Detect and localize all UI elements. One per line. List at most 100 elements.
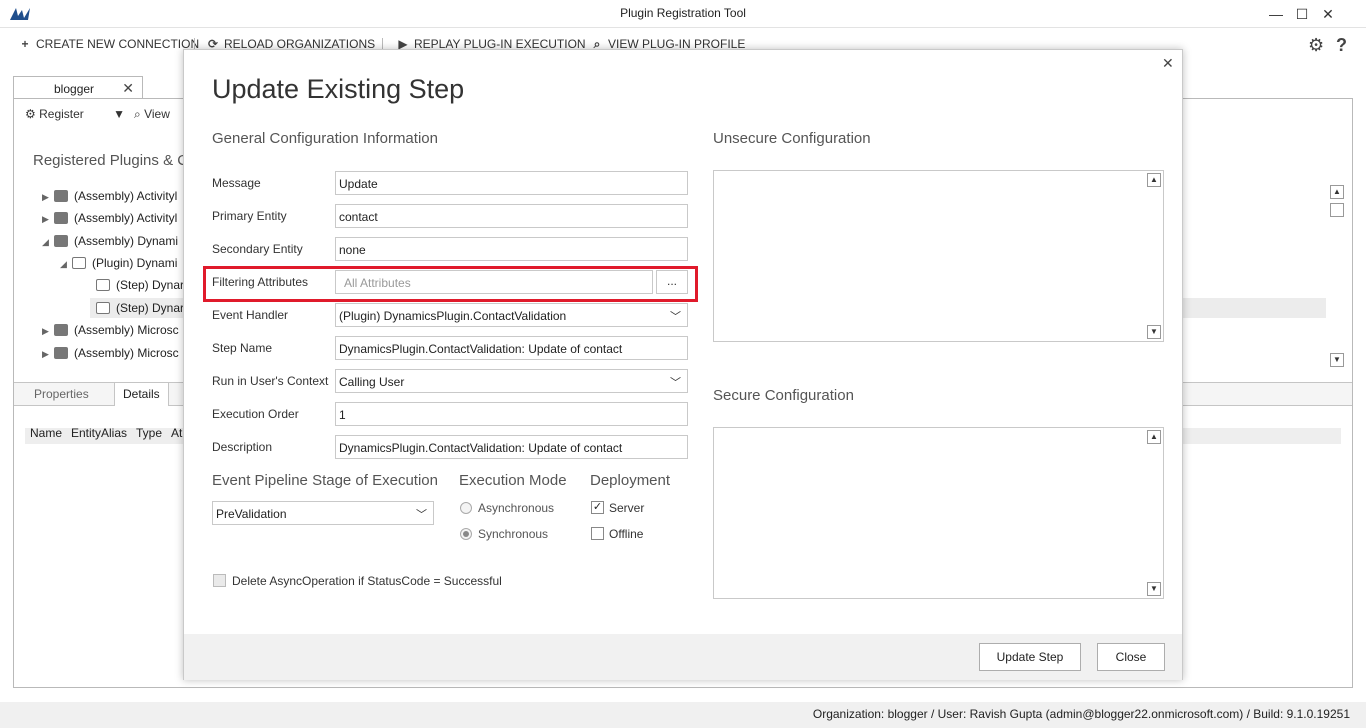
register-button[interactable]: ⚙ Register ▼ xyxy=(25,107,125,121)
help-icon[interactable]: ? xyxy=(1336,35,1347,56)
server-label: Server xyxy=(609,501,645,515)
create-new-connection-label: CREATE NEW CONNECTION xyxy=(36,37,200,51)
view-button[interactable]: ⌕ View xyxy=(134,107,170,122)
pipeline-stage-select[interactable]: PreValidation ﹀ xyxy=(212,501,434,525)
tab-blogger[interactable]: blogger ✕ xyxy=(13,76,143,100)
message-label: Message xyxy=(212,176,261,190)
scroll-thumb[interactable] xyxy=(1330,203,1344,217)
chevron-down-icon: ﹀ xyxy=(416,509,427,521)
status-text: Organization: blogger / User: Ravish Gup… xyxy=(812,707,1350,721)
close-window-button[interactable]: ✕ xyxy=(1318,4,1338,24)
assembly-icon xyxy=(54,235,68,247)
run-context-label: Run in User's Context xyxy=(212,374,329,388)
register-icon: ⚙ xyxy=(25,107,36,121)
filtering-attributes-input[interactable]: All Attributes xyxy=(335,270,653,294)
chevron-down-icon: ﹀ xyxy=(670,311,681,323)
create-new-connection-button[interactable]: + CREATE NEW CONNECTION xyxy=(18,37,199,51)
filtering-attributes-browse-button[interactable]: ... xyxy=(656,270,688,294)
close-button[interactable]: Close xyxy=(1097,643,1165,671)
secondary-entity-input[interactable]: none xyxy=(335,237,688,261)
tree-item-label: (Assembly) Activityl xyxy=(74,189,178,203)
update-step-button[interactable]: Update Step xyxy=(979,643,1081,671)
step-icon xyxy=(96,279,110,291)
offline-label: Offline xyxy=(609,527,644,541)
tree-item[interactable]: (Step) Dynar xyxy=(96,301,184,315)
event-handler-value: (Plugin) DynamicsPlugin.ContactValidatio… xyxy=(339,309,567,323)
pipeline-stage-value: PreValidation xyxy=(216,507,287,521)
tab-details[interactable]: Details xyxy=(114,383,169,406)
secure-config-heading: Secure Configuration xyxy=(713,387,854,404)
run-context-select[interactable]: Calling User ﹀ xyxy=(335,369,688,393)
magnifier-icon: ⌕ xyxy=(134,107,141,121)
collapse-arrow-icon[interactable]: ◢ xyxy=(42,237,54,248)
tree-item[interactable]: (Step) Dynar xyxy=(96,278,184,292)
assembly-icon xyxy=(54,190,68,202)
tree-item-label: (Assembly) Microsc xyxy=(74,346,179,360)
scroll-up-icon[interactable]: ▲ xyxy=(1147,430,1161,444)
tree-item-label: (Step) Dynar xyxy=(116,301,185,315)
event-handler-select[interactable]: (Plugin) DynamicsPlugin.ContactValidatio… xyxy=(335,303,688,327)
tree-item[interactable]: ▶ (Assembly) Microsc xyxy=(42,323,179,337)
secure-config-textarea[interactable]: ▲ ▼ xyxy=(713,427,1164,599)
deployment-label: Deployment xyxy=(590,472,671,489)
column-header-entityalias[interactable]: EntityAlias xyxy=(71,426,127,440)
scroll-up-icon[interactable]: ▲ xyxy=(1147,173,1161,187)
column-header-name[interactable]: Name xyxy=(30,426,62,440)
scroll-down-icon[interactable]: ▼ xyxy=(1147,325,1161,339)
tab-properties[interactable]: Properties xyxy=(34,387,89,401)
assembly-icon xyxy=(54,324,68,336)
title-bar: Plugin Registration Tool — ☐ ✕ xyxy=(0,0,1366,28)
synchronous-radio[interactable] xyxy=(460,528,472,540)
tree-item[interactable]: ◢ (Assembly) Dynami xyxy=(42,234,178,248)
expand-arrow-icon[interactable]: ▶ xyxy=(42,326,54,337)
expand-arrow-icon[interactable]: ▶ xyxy=(42,214,54,225)
maximize-button[interactable]: ☐ xyxy=(1292,4,1312,24)
update-step-dialog: ✕ Update Existing Step General Configura… xyxy=(183,49,1183,680)
description-input[interactable]: DynamicsPlugin.ContactValidation: Update… xyxy=(335,435,688,459)
minimize-button[interactable]: — xyxy=(1266,4,1286,24)
execution-mode-label: Execution Mode xyxy=(459,472,567,489)
server-checkbox[interactable]: ✓ xyxy=(591,501,604,514)
chevron-down-icon[interactable]: ▼ xyxy=(113,107,125,121)
column-header-type[interactable]: Type xyxy=(136,426,162,440)
synchronous-label: Synchronous xyxy=(478,527,549,541)
scroll-down-icon[interactable]: ▼ xyxy=(1147,582,1161,596)
step-name-label: Step Name xyxy=(212,341,273,355)
delete-async-label: Delete AsyncOperation if StatusCode = Su… xyxy=(232,574,502,588)
scroll-down-icon[interactable]: ▼ xyxy=(1330,353,1344,367)
message-input[interactable]: Update xyxy=(335,171,688,195)
plugin-icon xyxy=(72,257,86,269)
tree-item[interactable]: ▶ (Assembly) Microsc xyxy=(42,346,179,360)
settings-gear-icon[interactable]: ⚙ xyxy=(1308,35,1324,56)
tree-item[interactable]: ▶ (Assembly) Activityl xyxy=(42,189,177,203)
collapse-arrow-icon[interactable]: ◢ xyxy=(60,259,72,270)
dialog-close-icon[interactable]: ✕ xyxy=(1162,55,1174,72)
chevron-down-icon: ﹀ xyxy=(670,377,681,389)
step-name-input[interactable]: DynamicsPlugin.ContactValidation: Update… xyxy=(335,336,688,360)
tab-close-icon[interactable]: ✕ xyxy=(122,80,134,97)
assembly-icon xyxy=(54,347,68,359)
tab-blogger-label: blogger xyxy=(54,82,95,96)
execution-order-input[interactable]: 1 xyxy=(335,402,688,426)
dialog-title: Update Existing Step xyxy=(212,74,465,104)
offline-checkbox[interactable] xyxy=(591,527,604,540)
tree-item[interactable]: ◢ (Plugin) Dynami xyxy=(60,256,177,270)
tree-item[interactable]: ▶ (Assembly) Activityl xyxy=(42,211,177,225)
window-title: Plugin Registration Tool xyxy=(620,6,746,20)
asynchronous-radio[interactable] xyxy=(460,502,472,514)
column-header-attributes[interactable]: At xyxy=(171,426,182,440)
delete-async-checkbox[interactable] xyxy=(213,574,226,587)
unsecure-config-textarea[interactable]: ▲ ▼ xyxy=(713,170,1164,342)
scroll-up-icon[interactable]: ▲ xyxy=(1330,185,1344,199)
tree-scrollbar[interactable]: ▲ ▼ xyxy=(1328,183,1346,369)
register-label: Register xyxy=(39,107,84,121)
primary-entity-input[interactable]: contact xyxy=(335,204,688,228)
tree-item-label: (Assembly) Microsc xyxy=(74,323,179,337)
secondary-entity-label: Secondary Entity xyxy=(212,242,303,256)
run-context-value: Calling User xyxy=(339,375,405,389)
primary-entity-label: Primary Entity xyxy=(212,209,287,223)
unsecure-config-heading: Unsecure Configuration xyxy=(713,130,871,147)
view-label: View xyxy=(144,107,170,121)
expand-arrow-icon[interactable]: ▶ xyxy=(42,349,54,360)
expand-arrow-icon[interactable]: ▶ xyxy=(42,192,54,203)
